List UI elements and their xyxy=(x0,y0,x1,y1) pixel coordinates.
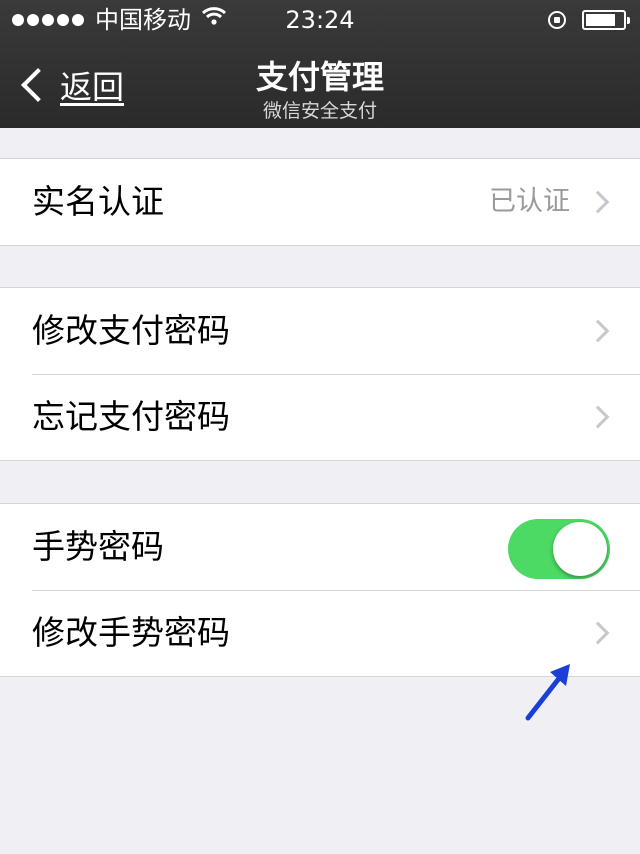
verification-status: 已认证 xyxy=(489,186,570,217)
annotation-arrow-icon xyxy=(525,664,570,721)
navigation-bar: 中国移动 23:24 返回 支付管理 微信安全支付 xyxy=(0,0,640,128)
chevron-right-icon xyxy=(586,319,610,343)
status-time: 23:24 xyxy=(285,6,355,34)
payment-password-group: 修改支付密码 忘记支付密码 xyxy=(0,287,640,461)
forgot-payment-password-label: 忘记支付密码 xyxy=(32,397,230,436)
real-name-verification-row[interactable]: 实名认证 已认证 xyxy=(0,159,640,245)
chevron-right-icon xyxy=(586,190,610,214)
status-bar: 中国移动 23:24 xyxy=(0,0,640,40)
gesture-password-group: 手势密码 修改手势密码 xyxy=(0,503,640,677)
gesture-password-row: 手势密码 xyxy=(0,504,640,590)
rotation-lock-icon xyxy=(548,11,566,29)
verification-group: 实名认证 已认证 xyxy=(0,158,640,246)
change-payment-password-row[interactable]: 修改支付密码 xyxy=(0,288,640,374)
chevron-right-icon xyxy=(586,621,610,645)
real-name-verification-label: 实名认证 xyxy=(32,182,164,221)
gesture-password-label: 手势密码 xyxy=(32,527,164,566)
change-payment-password-label: 修改支付密码 xyxy=(32,311,230,350)
chevron-right-icon xyxy=(586,405,610,429)
status-right xyxy=(548,0,630,40)
page-subtitle: 微信安全支付 xyxy=(262,100,377,122)
gesture-password-toggle[interactable] xyxy=(508,519,610,579)
page-title: 支付管理 xyxy=(255,58,384,96)
change-gesture-password-label: 修改手势密码 xyxy=(32,613,230,652)
toggle-knob xyxy=(553,522,607,576)
forgot-payment-password-row[interactable]: 忘记支付密码 xyxy=(0,374,640,460)
battery-icon xyxy=(582,10,630,30)
battery-level xyxy=(586,14,615,26)
